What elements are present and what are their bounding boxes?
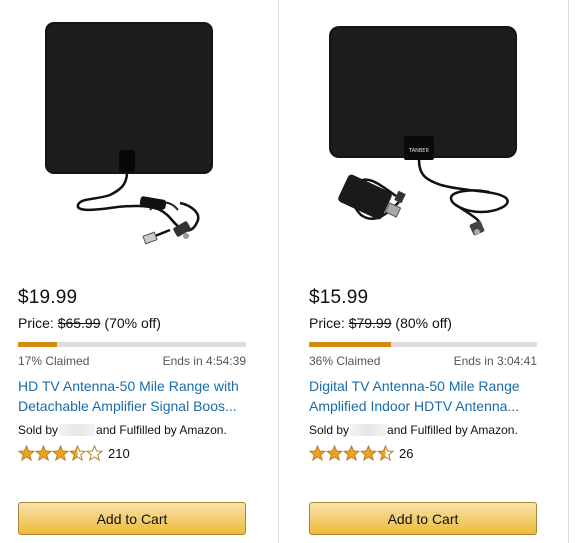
list-price-line: Price: $65.99 (70% off) (18, 315, 161, 331)
fulfilled-by-label: and Fulfilled by Amazon. (387, 423, 518, 437)
fulfilled-by-label: and Fulfilled by Amazon. (96, 423, 227, 437)
star-icon (69, 445, 86, 461)
deal-card: TANBER $15.99 Price: $79.99 (80% off) 36… (291, 0, 581, 543)
deal-card: $19.99 Price: $65.99 (70% off) 17% Claim… (0, 0, 290, 543)
star-icon (377, 445, 394, 461)
original-price: $65.99 (57, 315, 101, 331)
star-rating[interactable]: 26 (309, 444, 413, 462)
price-label: Price: (309, 315, 345, 331)
seller-info: Sold by and Fulfilled by Amazon. (18, 423, 227, 437)
claimed-text: 36% Claimed (309, 354, 381, 368)
add-to-cart-button[interactable]: Add to Cart (309, 502, 537, 535)
stars (18, 445, 103, 461)
discount-percent: (80% off) (395, 315, 452, 331)
review-count-link[interactable]: 210 (108, 446, 130, 461)
deals-grid: $19.99 Price: $65.99 (70% off) 17% Claim… (0, 0, 583, 543)
seller-info: Sold by and Fulfilled by Amazon. (309, 423, 518, 437)
star-icon (309, 445, 326, 461)
price-label: Price: (18, 315, 54, 331)
review-count-link[interactable]: 26 (399, 446, 413, 461)
product-title-link[interactable]: Digital TV Antenna-50 Mile Range Amplifi… (309, 376, 549, 416)
claimed-progress-bar (309, 342, 537, 347)
star-icon (52, 445, 69, 461)
product-title-line: HD TV Antenna-50 Mile Range with (18, 378, 239, 394)
list-price-line: Price: $79.99 (80% off) (309, 315, 452, 331)
claimed-text: 17% Claimed (18, 354, 90, 368)
sold-by-label: Sold by (309, 423, 350, 437)
claimed-progress-bar (18, 342, 246, 347)
product-image[interactable] (0, 0, 290, 262)
star-icon (35, 445, 52, 461)
stars (309, 445, 394, 461)
star-icon (343, 445, 360, 461)
product-title-line: Amplified Indoor HDTV Antenna... (309, 398, 520, 414)
discount-percent: (70% off) (104, 315, 161, 331)
star-icon (86, 445, 103, 461)
product-title-line: Digital TV Antenna-50 Mile Range (309, 378, 520, 394)
add-to-cart-button[interactable]: Add to Cart (18, 502, 246, 535)
deal-price: $19.99 (18, 287, 78, 308)
deal-timer: Ends in 4:54:39 (162, 354, 246, 368)
product-title-line: Detachable Amplifier Signal Boos... (18, 398, 237, 414)
original-price: $79.99 (348, 315, 392, 331)
deal-price: $15.99 (309, 287, 369, 308)
product-image[interactable]: TANBER (291, 0, 581, 262)
product-title-link[interactable]: HD TV Antenna-50 Mile Range with Detacha… (18, 376, 258, 416)
deal-timer: Ends in 3:04:41 (453, 354, 537, 368)
star-icon (326, 445, 343, 461)
redacted-seller-name (350, 424, 387, 436)
sold-by-label: Sold by (18, 423, 59, 437)
claimed-progress-fill (309, 342, 392, 347)
claimed-progress-fill (18, 342, 57, 347)
star-rating[interactable]: 210 (18, 444, 130, 462)
star-icon (18, 445, 35, 461)
star-icon (360, 445, 377, 461)
device-logo-text: TANBER (408, 148, 429, 154)
redacted-seller-name (59, 424, 96, 436)
